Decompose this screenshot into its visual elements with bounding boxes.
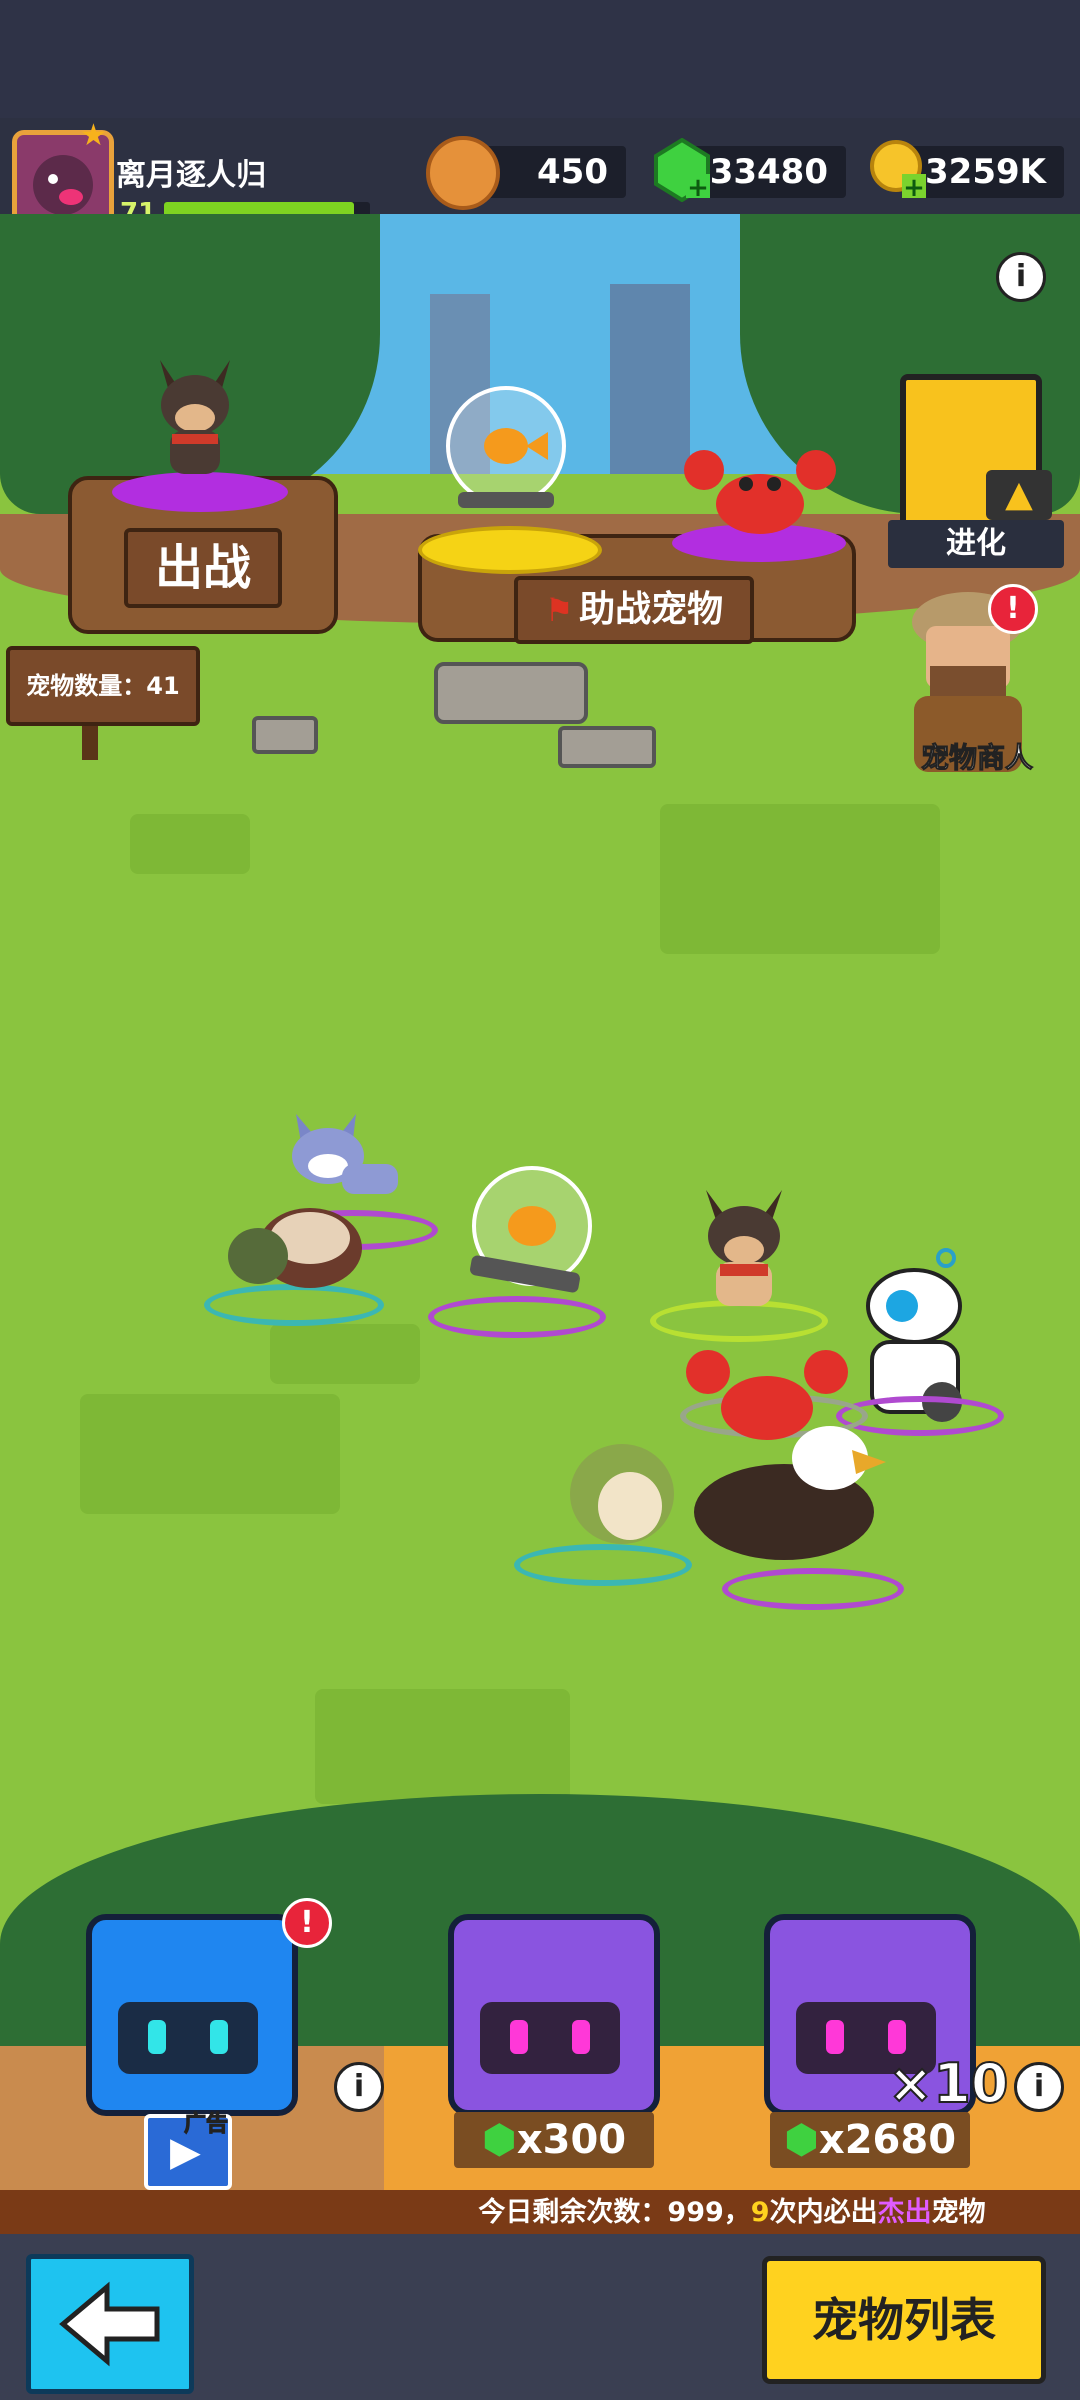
frog-pet-icon[interactable] [550, 1428, 690, 1558]
stepping-stone [434, 662, 588, 724]
gold-count: 3259K [908, 146, 1064, 198]
grass-patch [130, 814, 250, 874]
grass-patch [315, 1689, 570, 1804]
grass-patch [660, 804, 940, 954]
merchant-alert-badge: ! [988, 584, 1038, 634]
chest-face [480, 2002, 620, 2074]
draw-counter-rarity: 杰出 [877, 2197, 932, 2228]
goldfish-bowl-pet-icon[interactable] [440, 384, 572, 534]
chest-eye [148, 2020, 166, 2054]
city-building [610, 284, 690, 474]
evolve-label[interactable]: 进化 [888, 520, 1064, 568]
back-button[interactable] [26, 2254, 194, 2394]
turtle-pet-icon[interactable] [224, 1198, 364, 1298]
chest-eye [888, 2020, 906, 2054]
purple-chest-price[interactable]: ⬢x300 [454, 2112, 654, 2168]
chest-info-button[interactable]: i [334, 2062, 384, 2112]
assist-pets-sign[interactable]: ⚑ 助战宠物 [514, 576, 754, 644]
chest-alert-badge: ! [282, 1898, 332, 1948]
green-gem-icon: ⬢ [481, 2117, 517, 2163]
green-gem-plus-icon[interactable]: + [652, 137, 712, 203]
flag-icon: ⚑ [544, 591, 574, 629]
stepping-stone [252, 716, 318, 754]
draw-counter-suffix: 宠物 [931, 2197, 986, 2228]
pet-pad-purple [722, 1568, 904, 1610]
purple-chest-x10-price[interactable]: ⬢x2680 [770, 2112, 970, 2168]
gold-coin-plus-icon[interactable]: + [868, 138, 930, 203]
chest-eye [510, 2020, 528, 2054]
blue-ad-chest[interactable] [86, 1914, 298, 2116]
purple-chest[interactable] [448, 1914, 660, 2116]
draw-counter-middle: 次内必出 [769, 2197, 878, 2228]
dog-pet-icon[interactable] [684, 1180, 804, 1310]
grass-patch [80, 1394, 340, 1514]
purple-chest-price-label: x300 [516, 2117, 627, 2163]
arrow-left-icon [59, 2281, 160, 2367]
chest-eye [826, 2020, 844, 2054]
crab-pet-icon[interactable] [680, 444, 840, 544]
stepping-stone [558, 726, 656, 768]
merchant-label: 宠物商人 [920, 741, 1033, 775]
bottom-bar: 宠物列表 [0, 2234, 1080, 2400]
assist-pets-label: 助战宠物 [579, 589, 724, 630]
svg-text:+: + [687, 173, 709, 202]
chest-info-button[interactable]: i [1014, 2062, 1064, 2112]
eagle-pet-icon[interactable] [680, 1412, 920, 1572]
ad-label: 广告 [183, 2112, 229, 2138]
goldfish-bowl-pet-icon[interactable] [458, 1164, 598, 1314]
chest-eye [572, 2020, 590, 2054]
level-star-icon: ★ [80, 118, 107, 153]
top-bar: ★ 离月逐人归 71 450 33480 + 3259K + [0, 118, 1080, 232]
pet-yard: i 出战 ⚑ 助战宠物 ▲ 进化 ! 宠物商人 宠物数量：41 ! i ▶ 广告… [0, 214, 1080, 2234]
deploy-sign[interactable]: 出战 [124, 528, 282, 608]
draw-counter-text: 今日剩余次数：999，9次内必出杰出宠物 [384, 2194, 1080, 2232]
info-button[interactable]: i [996, 252, 1046, 302]
draw-counter-number: 9 [750, 2197, 770, 2228]
multiplier-label: ×10 [887, 2051, 1009, 2116]
draw-counter-prefix: 今日剩余次数：999， [478, 2197, 751, 2228]
chest-face [118, 2002, 258, 2074]
grass-patch [270, 1324, 420, 1384]
green-gem-icon: ⬢ [783, 2117, 819, 2163]
purple-chest-x10-price-label: x2680 [818, 2117, 957, 2163]
paw-coin-icon [426, 136, 500, 210]
player-name: 离月逐人归 [116, 158, 266, 193]
svg-text:+: + [903, 173, 925, 200]
pet-list-button[interactable]: 宠物列表 [762, 2256, 1046, 2384]
dog-pet-icon[interactable] [140, 350, 250, 480]
pet-count-sign: 宠物数量：41 [6, 646, 200, 726]
evolve-up-arrow-icon: ▲ [986, 470, 1052, 520]
chest-eye [210, 2020, 228, 2054]
